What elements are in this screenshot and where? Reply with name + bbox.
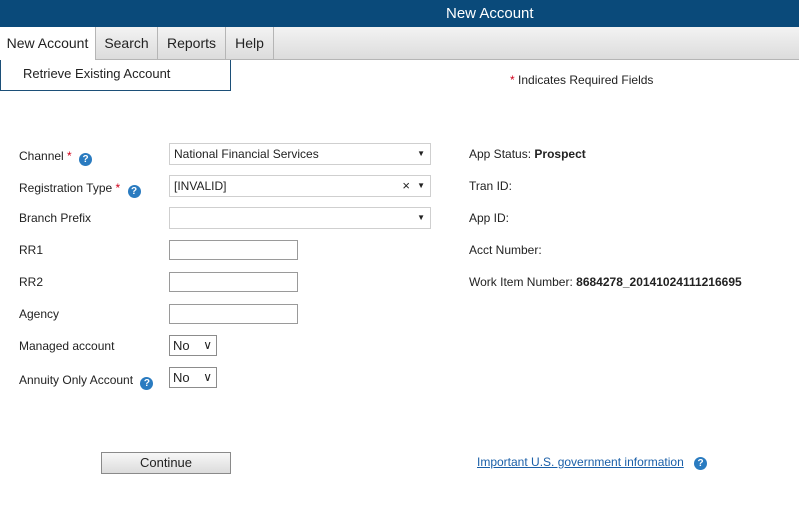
chevron-down-icon: ∨ [203,370,212,384]
channel-required-star: * [67,149,72,163]
managed-account-label: Managed account [19,339,115,353]
menu-help[interactable]: Help [226,27,274,60]
menu-new-account[interactable]: New Account [0,27,96,61]
annuity-only-select[interactable]: No ∨ [169,367,217,388]
branch-prefix-label: Branch Prefix [19,211,92,225]
chevron-down-icon: ▼ [417,213,425,222]
required-note-text: Indicates Required Fields [514,73,654,87]
work-item-label: Work Item Number: [469,275,573,289]
government-info-link[interactable]: Important U.S. government information [477,455,684,469]
required-fields-note: * Indicates Required Fields [510,73,653,87]
app-status: App Status: Prospect [469,147,586,161]
annuity-only-value: No [173,370,190,385]
annuity-only-label: Annuity Only Account [19,373,134,387]
rr2-label: RR2 [19,275,44,289]
annuity-only-label-row: Annuity Only Account ? [19,373,154,390]
help-icon[interactable]: ? [140,377,154,390]
chevron-down-icon: ▼ [417,181,425,190]
new-account-submenu: Retrieve Existing Account [0,60,231,91]
app-id-label: App ID: [469,211,510,225]
registration-type-select[interactable]: [INVALID] × ▼ [169,175,431,197]
submenu-retrieve-existing-account[interactable]: Retrieve Existing Account [23,66,170,81]
channel-value: National Financial Services [174,147,319,161]
rr1-label: RR1 [19,243,44,257]
continue-button[interactable]: Continue [101,452,231,474]
menu-reports[interactable]: Reports [158,27,226,60]
menu-bar: New Account Search Reports Help [0,27,799,61]
registration-type-required-star: * [115,181,121,195]
channel-label: Channel [19,149,64,163]
app-status-label: App Status: [469,147,532,161]
chevron-down-icon: ∨ [203,338,212,352]
acct-number-label: Acct Number: [469,243,542,257]
work-item: Work Item Number: 8684278_20141024111216… [469,275,742,289]
channel-label-row: Channel * ? [19,149,93,166]
managed-account-select[interactable]: No ∨ [169,335,217,356]
page-title: New Account [446,5,534,22]
title-bar: New Account [0,0,799,27]
chevron-down-icon: ▼ [417,149,425,158]
help-icon[interactable]: ? [79,153,93,166]
work-item-value: 8684278_20141024111216695 [576,275,742,289]
app-status-value: Prospect [534,147,586,161]
help-icon[interactable]: ? [694,457,707,470]
rr1-input[interactable] [169,240,298,260]
menu-search[interactable]: Search [96,27,158,60]
tran-id-label: Tran ID: [469,179,512,193]
clear-icon[interactable]: × [402,176,410,196]
registration-type-label-row: Registration Type * ? [19,181,141,198]
agency-label: Agency [19,307,60,321]
channel-select[interactable]: National Financial Services ▼ [169,143,431,165]
help-icon[interactable]: ? [127,185,141,198]
managed-account-value: No [173,338,190,353]
registration-type-label: Registration Type [19,181,113,195]
rr2-input[interactable] [169,272,298,292]
branch-prefix-select[interactable]: ▼ [169,207,431,229]
registration-type-value: [INVALID] [174,179,227,193]
agency-input[interactable] [169,304,298,324]
